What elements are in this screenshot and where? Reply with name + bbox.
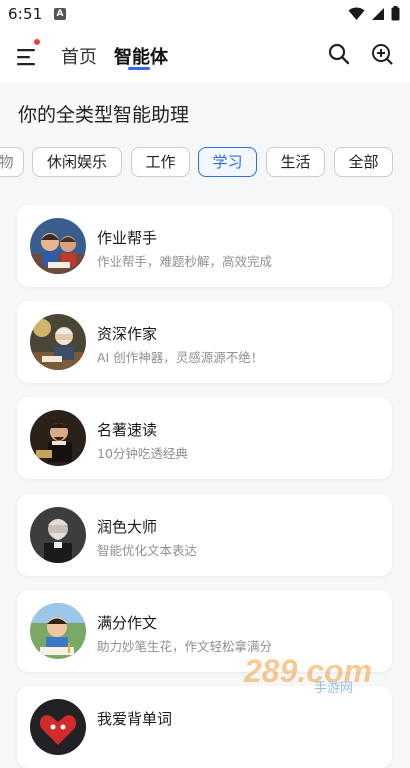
agent-title: 润色大师 [97, 518, 158, 536]
status-time: 6:51 [8, 5, 43, 23]
watermark-subtext: 手游网 [314, 681, 353, 694]
menu-button[interactable] [14, 42, 44, 70]
wifi-icon [348, 7, 365, 20]
agent-title: 我爱背单词 [97, 710, 173, 728]
status-icons [348, 6, 400, 21]
site-watermark: 289.com 手游网 [242, 648, 392, 696]
signal-icon [372, 7, 384, 20]
agent-description: AI 创作神器，灵感源源不绝！ [97, 350, 264, 365]
shakespeare-avatar [30, 410, 86, 466]
chip-category-study[interactable]: 学习 [198, 147, 257, 177]
agent-card-love-vocabulary[interactable]: 我爱背单词 [17, 686, 392, 768]
heart-mascot-avatar [30, 699, 86, 755]
chip-category-all[interactable]: 全部 [334, 147, 393, 177]
top-nav: 首页 智能体 [0, 30, 410, 82]
author-portrait-avatar [30, 507, 86, 563]
agent-title: 资深作家 [97, 325, 158, 343]
chip-category-life[interactable]: 生活 [266, 147, 325, 177]
tab-home[interactable]: 首页 [61, 43, 97, 69]
kids-studying-avatar [30, 218, 86, 274]
add-search-icon [372, 44, 393, 65]
agent-card-polish-master[interactable]: 润色大师 智能优化文本表达 [17, 494, 392, 576]
chip-category-partial[interactable]: 物 [0, 147, 24, 177]
tab-active-indicator [128, 67, 150, 70]
agent-card-homework-helper[interactable]: 作业帮手 作业帮手，难题秒解，高效完成 [17, 205, 392, 287]
notification-dot [34, 39, 40, 45]
menu-icon [17, 49, 35, 66]
agent-description: 智能优化文本表达 [97, 543, 198, 558]
agent-title: 满分作文 [97, 614, 158, 632]
category-chips: 物 休闲娱乐 工作 学习 生活 全部 [0, 147, 410, 179]
chip-category-leisure[interactable]: 休闲娱乐 [32, 147, 122, 177]
agent-card-classics-speed-read[interactable]: 名著速读 10分钟吃透经典 [17, 397, 392, 479]
search-button[interactable] [327, 42, 353, 68]
agent-title: 作业帮手 [97, 229, 158, 247]
agent-title: 名著速读 [97, 421, 158, 439]
create-agent-button[interactable] [370, 42, 396, 68]
agent-description: 10分钟吃透经典 [97, 446, 188, 461]
agent-card-senior-writer[interactable]: 资深作家 AI 创作神器，灵感源源不绝！ [17, 301, 392, 383]
tab-agents[interactable]: 智能体 [114, 43, 168, 69]
agent-description: 作业帮手，难题秒解，高效完成 [97, 254, 273, 269]
child-writing-avatar [30, 603, 86, 659]
notification-app-icon: A [54, 8, 66, 20]
battery-icon [391, 6, 400, 21]
status-bar: 6:51 A [0, 0, 410, 30]
page-tagline: 你的全类型智能助理 [18, 104, 190, 126]
old-writer-avatar [30, 314, 86, 370]
search-icon [328, 43, 350, 65]
chip-category-work[interactable]: 工作 [131, 147, 190, 177]
